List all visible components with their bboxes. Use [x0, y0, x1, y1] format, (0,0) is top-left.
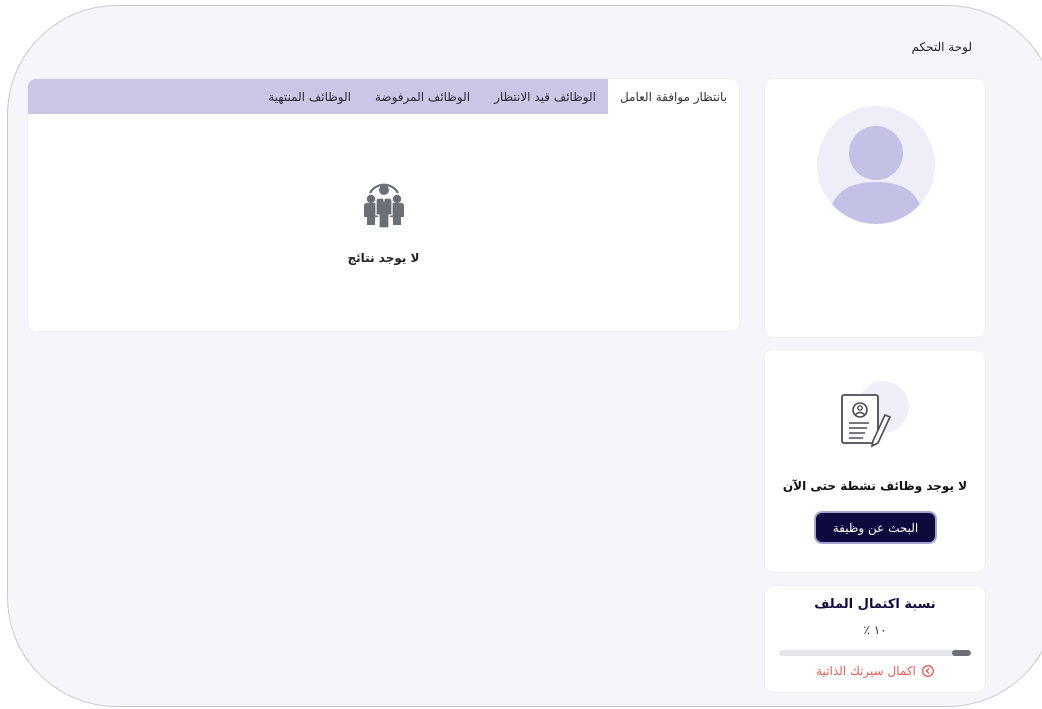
empty-results-text: لا يوجد نتائج [347, 251, 420, 265]
tab-pending-jobs[interactable]: الوظائف قيد الانتظار [482, 79, 608, 114]
page-title: لوحة التحكم [911, 40, 973, 54]
user-avatar-icon[interactable] [817, 106, 935, 224]
jobs-tabs: بانتظار موافقة العامل الوظائف قيد الانتظ… [28, 79, 739, 114]
arrow-circle-icon [921, 665, 934, 677]
team-icon [363, 183, 404, 229]
tab-finished-jobs[interactable]: الوظائف المنتهية [256, 79, 363, 114]
tab-awaiting-worker-approval[interactable]: بانتظار موافقة العامل [607, 79, 739, 114]
search-job-button[interactable]: البحث عن وظيفة [814, 511, 937, 544]
profile-completion-card: نسبة اكتمال الملف ٪ ١٠ اكمال سيرتك الذات… [765, 586, 985, 692]
completion-progress-fill [951, 650, 971, 656]
jobs-panel: بانتظار موافقة العامل الوظائف قيد الانتظ… [28, 79, 739, 331]
complete-resume-link[interactable]: اكمال سيرتك الذاتية [765, 664, 985, 678]
profile-card [765, 79, 985, 337]
completion-title: نسبة اكتمال الملف [814, 597, 936, 612]
empty-state: لا يوجد نتائج [28, 179, 739, 265]
resume-icon [841, 381, 909, 448]
complete-resume-label: اكمال سيرتك الذاتية [816, 664, 916, 678]
no-active-jobs-text: لا يوجد وظائف نشطة حتى الآن [782, 479, 968, 493]
completion-progress-bar [779, 650, 971, 656]
tab-rejected-jobs[interactable]: الوظائف المرفوضة [363, 79, 482, 114]
active-jobs-card: لا يوجد وظائف نشطة حتى الآن البحث عن وظي… [765, 350, 985, 572]
completion-percent: ٪ ١٠ [863, 623, 887, 637]
